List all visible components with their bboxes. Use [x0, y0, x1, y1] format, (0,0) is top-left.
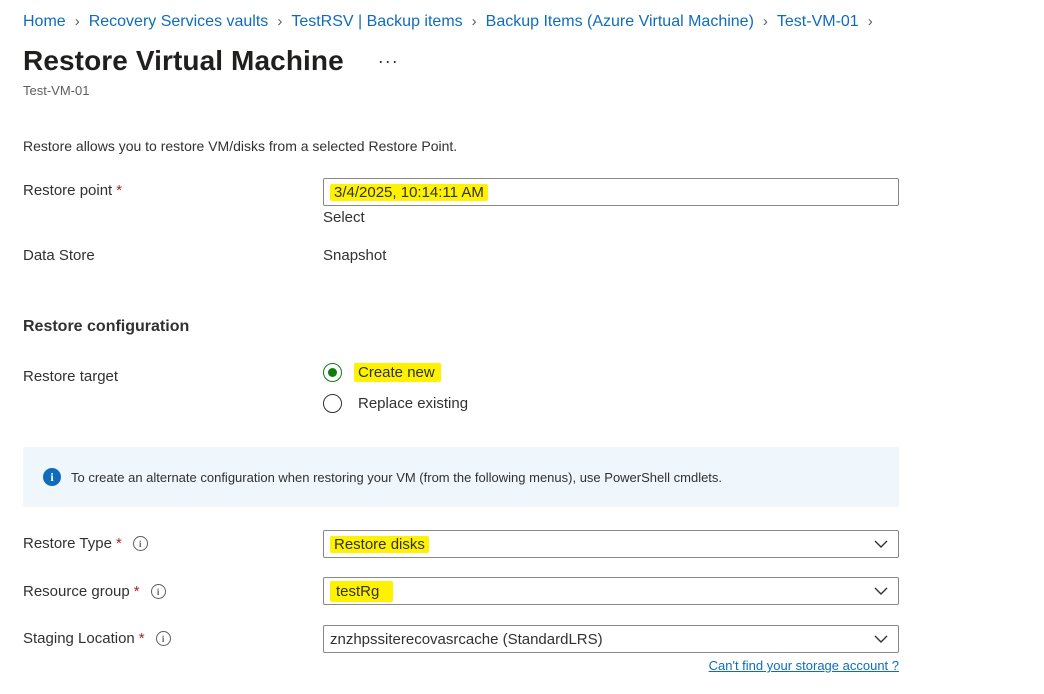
info-message-text: To create an alternate configuration whe…	[71, 469, 723, 485]
data-store-value: Snapshot	[323, 247, 387, 264]
chevron-right-icon: ›	[867, 13, 873, 30]
restore-point-field[interactable]: 3/4/2025, 10:14:11 AM	[323, 178, 899, 206]
chevron-down-icon	[874, 540, 888, 548]
chevron-right-icon: ›	[74, 13, 80, 30]
restore-type-dropdown[interactable]: Restore disks	[323, 530, 899, 558]
radio-button-selected[interactable]	[323, 363, 342, 382]
info-icon[interactable]: i	[155, 631, 171, 646]
restore-point-label-text: Restore point	[23, 182, 113, 199]
title-row: Restore Virtual Machine ···	[23, 43, 403, 79]
cant-find-storage-account-link[interactable]: Can't find your storage account ?	[709, 658, 899, 673]
radio-dot	[328, 368, 337, 377]
breadcrumb-recovery-services-vaults[interactable]: Recovery Services vaults	[89, 11, 269, 33]
chevron-right-icon: ›	[277, 13, 283, 30]
radio-replace-existing-label: Replace existing	[358, 395, 469, 412]
restore-configuration-heading: Restore configuration	[23, 318, 190, 335]
restore-vm-page: Home › Recovery Services vaults › TestRS…	[0, 0, 1044, 694]
more-options-button[interactable]: ···	[374, 50, 403, 72]
radio-replace-existing[interactable]: Replace existing	[323, 394, 468, 413]
radio-create-new[interactable]: Create new	[323, 363, 441, 382]
breadcrumb: Home › Recovery Services vaults › TestRS…	[23, 11, 882, 33]
restore-point-label: Restore point *	[23, 182, 122, 199]
staging-location-value: znzhpssiterecovasrcache (StandardLRS)	[330, 630, 603, 648]
breadcrumb-test-vm[interactable]: Test-VM-01	[777, 11, 859, 33]
restore-type-label-text: Restore Type	[23, 535, 112, 552]
resource-group-dropdown[interactable]: testRg	[323, 577, 899, 605]
restore-target-label: Restore target	[23, 368, 118, 385]
data-store-label: Data Store	[23, 247, 95, 264]
radio-create-new-label: Create new	[354, 363, 441, 382]
select-restore-point-link[interactable]: Select	[323, 209, 365, 226]
breadcrumb-home[interactable]: Home	[23, 11, 66, 33]
chevron-down-icon	[874, 635, 888, 643]
restore-target-label-text: Restore target	[23, 368, 119, 385]
breadcrumb-backup-items-azure-vm[interactable]: Backup Items (Azure Virtual Machine)	[486, 11, 754, 33]
resource-group-label: Resource group * i	[23, 583, 166, 600]
required-mark: *	[138, 630, 145, 647]
page-subtitle: Test-VM-01	[23, 83, 90, 98]
staging-location-label-text: Staging Location	[23, 630, 135, 647]
intro-text: Restore allows you to restore VM/disks f…	[23, 138, 458, 154]
required-mark: *	[116, 182, 123, 199]
staging-location-label: Staging Location * i	[23, 630, 171, 647]
staging-location-dropdown[interactable]: znzhpssiterecovasrcache (StandardLRS)	[323, 625, 899, 653]
data-store-label-text: Data Store	[23, 247, 95, 264]
resource-group-label-text: Resource group	[23, 583, 130, 600]
breadcrumb-backup-items[interactable]: TestRSV | Backup items	[291, 11, 462, 33]
restore-type-value: Restore disks	[330, 535, 429, 553]
required-mark: *	[133, 583, 140, 600]
info-icon: i	[43, 468, 61, 486]
resource-group-value: testRg	[330, 580, 394, 602]
required-mark: *	[115, 535, 122, 552]
restore-type-label: Restore Type * i	[23, 535, 148, 552]
chevron-down-icon	[874, 587, 888, 595]
page-title: Restore Virtual Machine	[23, 45, 344, 76]
info-icon[interactable]: i	[132, 536, 148, 551]
chevron-right-icon: ›	[471, 13, 477, 30]
info-icon[interactable]: i	[150, 584, 166, 599]
radio-button[interactable]	[323, 394, 342, 413]
info-message-box: i To create an alternate configuration w…	[23, 447, 899, 507]
restore-point-value: 3/4/2025, 10:14:11 AM	[330, 183, 488, 201]
chevron-right-icon: ›	[762, 13, 768, 30]
